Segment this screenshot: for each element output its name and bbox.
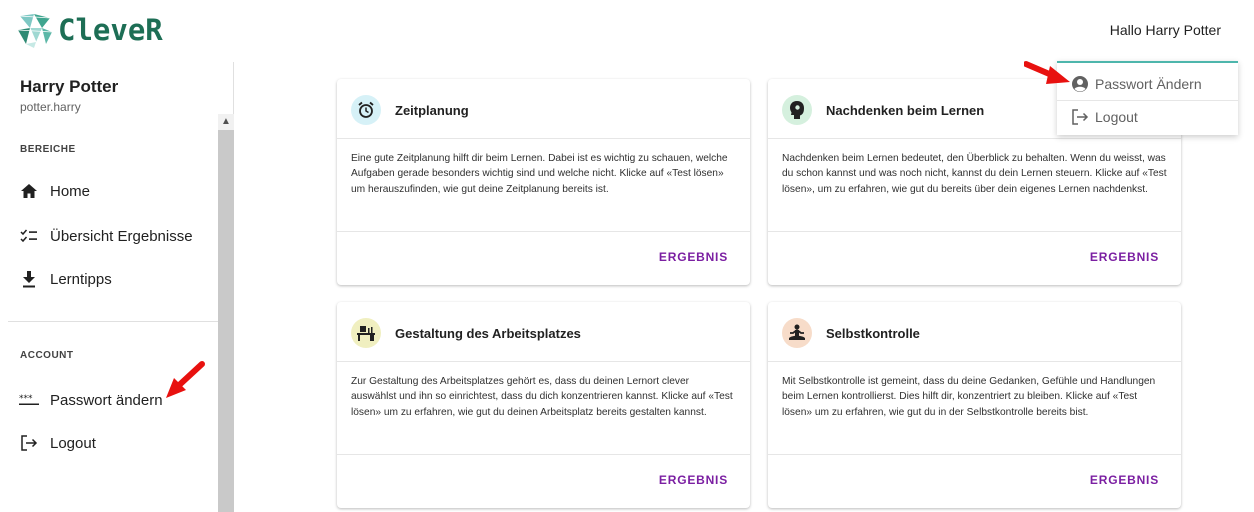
sidebar-item-label: Übersicht Ergebnisse <box>50 227 193 245</box>
card-description: Eine gute Zeitplanung hilft dir beim Ler… <box>351 153 728 195</box>
alarm-clock-icon <box>351 95 381 125</box>
result-button[interactable]: ERGEBNIS <box>659 473 728 487</box>
home-icon <box>18 180 40 202</box>
logout-icon <box>18 432 40 454</box>
card-title: Selbstkontrolle <box>826 326 920 341</box>
meditation-icon <box>782 318 812 348</box>
user-name: Harry Potter <box>20 77 119 96</box>
card-selbstkontrolle: Selbstkontrolle Mit Selbstkontrolle ist … <box>768 302 1181 508</box>
logo-mark-icon <box>16 12 56 48</box>
sidebar-item-label: Lerntipps <box>50 270 112 288</box>
dropdown-item-label: Logout <box>1095 109 1138 125</box>
card-description: Mit Selbstkontrolle ist gemeint, dass du… <box>782 376 1156 418</box>
user-login: potter.harry <box>20 100 81 114</box>
card-header: Zeitplanung <box>337 79 750 139</box>
sidebar-item-home[interactable]: Home <box>18 177 90 205</box>
dropdown-item-logout[interactable]: Logout <box>1071 108 1138 126</box>
sidebar-item-change-password[interactable]: *** Passwort ändern <box>18 386 163 414</box>
user-greeting-menu[interactable]: Hallo Harry Potter <box>1110 22 1221 38</box>
sidebar-item-learning-tips[interactable]: Lerntipps <box>18 265 112 293</box>
result-button[interactable]: ERGEBNIS <box>1090 473 1159 487</box>
svg-text:***: *** <box>19 394 33 404</box>
brand-logo[interactable]: CleveR <box>16 12 163 48</box>
sidebar-item-label: Home <box>50 182 91 200</box>
card-zeitplanung: Zeitplanung Eine gute Zeitplanung hilft … <box>337 79 750 285</box>
sidebar-item-logout[interactable]: Logout <box>18 429 96 457</box>
logout-icon <box>1071 108 1089 126</box>
card-title: Nachdenken beim Lernen <box>826 103 985 118</box>
password-icon: *** <box>18 389 40 411</box>
annotation-arrow-icon <box>166 361 205 398</box>
sidebar-divider <box>8 321 218 322</box>
card-title: Zeitplanung <box>395 103 469 118</box>
sidebar-scrollbar[interactable] <box>218 114 234 512</box>
card-header: Gestaltung des Arbeitsplatzes <box>337 302 750 362</box>
sidebar-item-label: Logout <box>50 434 96 452</box>
desk-icon <box>351 318 381 348</box>
head-gear-icon <box>782 95 812 125</box>
user-dropdown-menu: Passwort Ändern Logout <box>1057 61 1238 135</box>
card-footer: ERGEBNIS <box>768 454 1181 508</box>
sidebar-item-results[interactable]: Übersicht Ergebnisse <box>18 222 193 250</box>
sidebar-item-label: Passwort ändern <box>50 391 163 409</box>
card-title: Gestaltung des Arbeitsplatzes <box>395 326 581 341</box>
section-label-areas: BEREICHE <box>20 144 76 155</box>
card-description: Nachdenken beim Lernen bedeutet, den Übe… <box>782 153 1167 195</box>
brand-name: CleveR <box>58 13 163 47</box>
dropdown-item-label: Passwort Ändern <box>1095 76 1202 92</box>
card-arbeitsplatz: Gestaltung des Arbeitsplatzes Zur Gestal… <box>337 302 750 508</box>
download-icon <box>18 268 40 290</box>
dropdown-item-change-password[interactable]: Passwort Ändern <box>1071 75 1202 93</box>
card-footer: ERGEBNIS <box>768 231 1181 285</box>
scroll-up-icon[interactable]: ▲ <box>218 114 234 130</box>
result-button[interactable]: ERGEBNIS <box>1090 250 1159 264</box>
card-header: Selbstkontrolle <box>768 302 1181 362</box>
annotation-arrow-icon <box>1024 61 1070 84</box>
checklist-icon <box>18 225 40 247</box>
top-bar: CleveR Hallo Harry Potter <box>0 0 1254 62</box>
result-button[interactable]: ERGEBNIS <box>659 250 728 264</box>
card-footer: ERGEBNIS <box>337 231 750 285</box>
card-description: Zur Gestaltung des Arbeitsplatzes gehört… <box>351 376 733 418</box>
section-label-account: ACCOUNT <box>20 350 74 361</box>
dropdown-divider <box>1057 100 1238 101</box>
card-footer: ERGEBNIS <box>337 454 750 508</box>
account-circle-icon <box>1071 75 1089 93</box>
